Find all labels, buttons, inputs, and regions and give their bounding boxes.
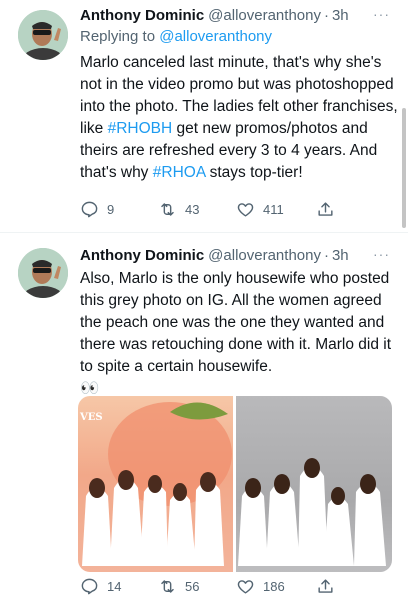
tweet-header: Anthony Dominic @alloveranthony · 3h [80,6,398,26]
like-button[interactable]: 411 [236,200,284,219]
more-icon[interactable]: ··· [373,6,390,22]
tweet-text: Also, Marlo is the only housewife who po… [80,268,398,400]
tweet-body: Anthony Dominic @alloveranthony · 3h ···… [80,246,398,400]
timestamp[interactable]: 3h [332,246,349,266]
reply-icon [81,201,98,218]
media-grid: VES [78,396,392,572]
like-button[interactable]: 186 [236,577,285,596]
timestamp[interactable]: 3h [332,6,349,26]
tweet-body: Anthony Dominic @alloveranthony · 3h ···… [80,6,398,184]
text-segment: stays top-tier! [205,164,303,181]
replying-to: Replying to @alloveranthony [80,26,398,48]
author-name[interactable]: Anthony Dominic [80,246,204,266]
author-name[interactable]: Anthony Dominic [80,6,204,26]
retweet-icon [161,203,174,216]
author-handle[interactable]: @alloveranthony [208,6,321,26]
separator: · [323,7,329,24]
text-segment: Also, Marlo is the only housewife who po… [80,270,392,375]
eyes-emoji: 👀 [80,380,100,397]
reply-button[interactable]: 14 [80,577,121,596]
like-icon [237,203,254,217]
reply-icon [81,578,98,595]
share-button[interactable] [316,577,335,596]
reply-count: 14 [107,579,122,594]
photo-peach[interactable]: VES [78,396,233,572]
tweet-text: Marlo canceled last minute, that's why s… [80,52,398,184]
share-icon [318,202,333,216]
tweet[interactable]: Anthony Dominic @alloveranthony · 3h ···… [0,0,408,232]
retweet-count: 56 [185,579,200,594]
hashtag-link[interactable]: #RHOA [153,164,206,181]
retweet-button[interactable]: 43 [158,200,199,219]
scrollbar[interactable] [402,108,406,228]
author-handle[interactable]: @alloveranthony [208,246,321,266]
reply-button[interactable]: 9 [80,200,114,219]
more-icon[interactable]: ··· [373,246,390,262]
like-count: 411 [263,202,284,217]
tweet[interactable]: Anthony Dominic @alloveranthony · 3h ···… [0,232,408,600]
hashtag-link[interactable]: #RHOBH [108,120,173,137]
tweet-actions: 14 56 186 [80,577,340,600]
photo-logo: VES [80,412,103,423]
tweet-header: Anthony Dominic @alloveranthony · 3h [80,246,398,266]
photo-grey[interactable] [236,396,392,572]
like-count: 186 [263,579,285,594]
separator: · [323,247,329,264]
retweet-button[interactable]: 56 [158,577,199,596]
like-icon [237,580,254,594]
share-icon [318,579,333,593]
retweet-count: 43 [185,202,200,217]
retweet-icon [161,580,174,593]
avatar[interactable] [18,248,68,298]
replying-to-link[interactable]: @alloveranthony [159,28,272,45]
share-button[interactable] [316,200,335,219]
replying-prefix: Replying to [80,28,160,45]
avatar[interactable] [18,10,68,60]
reply-count: 9 [107,202,115,217]
tweet-actions: 9 43 411 [80,200,340,224]
